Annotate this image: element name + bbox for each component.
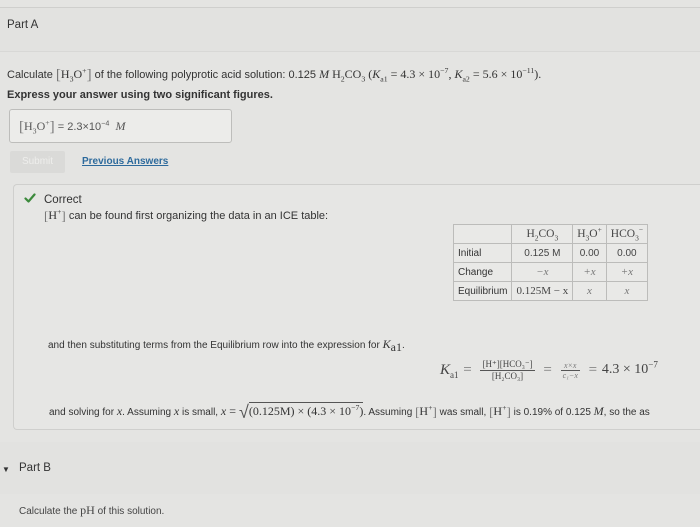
ice-cell: +x xyxy=(572,262,607,282)
answer-label: H3O+ xyxy=(24,118,50,136)
ice-row-change: Change −x +x +x xyxy=(452,262,649,282)
ice-cell: x xyxy=(605,281,649,301)
ice-table: H2CO3 H3O+ HCO3− Initial 0.125 M 0.00 0.… xyxy=(452,224,649,301)
ice-row-label: Initial xyxy=(452,243,513,263)
ka-lhs: Ka1 xyxy=(440,361,459,380)
ice-row-equilibrium: Equilibrium 0.125M − x x x xyxy=(452,281,649,301)
ka-value: 4.3 × 10−7 xyxy=(601,359,658,377)
ice-cell: 0.00 xyxy=(605,243,649,263)
previous-answers-link[interactable]: Previous Answers xyxy=(82,156,168,167)
unit-molar: M xyxy=(319,67,330,81)
part-a-header[interactable] xyxy=(0,8,700,52)
radicand: (0.125M) × (4.3 × 10−7) xyxy=(248,402,364,418)
ice-cell: 0.125M − x xyxy=(511,281,574,301)
question-mid: of the following polyprotic acid solutio… xyxy=(91,69,320,81)
ice-row-label: Equilibrium xyxy=(452,281,513,301)
ice-cell: +x xyxy=(605,262,649,282)
ice-header-h3o: H3O+ xyxy=(572,224,607,244)
ice-header-row: H2CO3 H3O+ HCO3− xyxy=(452,224,649,244)
correct-label: Correct xyxy=(44,194,82,206)
question-text: Calculate [H3O+] of the following polypr… xyxy=(7,67,541,84)
ice-header-hco3: HCO3− xyxy=(605,224,649,244)
ice-cell: x xyxy=(572,281,607,301)
caret-down-icon[interactable]: ▼ xyxy=(2,465,10,474)
ka-fraction-concentrations: [H⁺][HCO₃⁻] [H₂CO₃] xyxy=(480,359,535,381)
answer-value: 2.3×10−4 xyxy=(67,119,110,133)
instruction-text: Express your answer using two significan… xyxy=(7,89,273,101)
ice-cell: −x xyxy=(511,262,574,282)
acid-formula: H2CO3 (Ka1 = 4.3 × 10−7, Ka2 = 5.6 × 10−… xyxy=(329,66,542,84)
part-b-header[interactable] xyxy=(0,442,700,494)
answer-field[interactable]: [H3O+] = 2.3×10−4 M xyxy=(9,109,232,143)
ice-row-initial: Initial 0.125 M 0.00 0.00 xyxy=(452,243,649,263)
part-a-title: Part A xyxy=(7,19,39,31)
solve-text: and solving for x. Assuming x is small, … xyxy=(49,402,650,422)
question-prefix: Calculate xyxy=(7,69,56,81)
ice-header-h2co3: H2CO3 xyxy=(511,224,574,244)
ice-corner xyxy=(452,224,513,244)
ice-row-label: Change xyxy=(452,262,513,282)
part-b-title[interactable]: Part B xyxy=(19,462,51,474)
ice-intro-text: [H+] can be found first organizing the d… xyxy=(44,207,329,223)
ka-fraction-x: x×x c₁−x xyxy=(560,360,580,380)
substitution-text: and then substituting terms from the Equ… xyxy=(48,337,405,354)
answer-content: [H3O+] = 2.3×10−4 M xyxy=(19,118,126,136)
part-b-question: Calculate the pH of this solution. xyxy=(19,503,165,517)
answer-unit: M xyxy=(115,119,126,133)
submit-button[interactable]: Submit xyxy=(10,151,65,173)
sqrt-icon: √ xyxy=(238,402,249,422)
check-icon xyxy=(24,193,36,203)
ice-cell: 0.00 xyxy=(572,243,607,263)
ice-cell: 0.125 M xyxy=(511,243,574,263)
ka-equation: Ka1 = [H⁺][HCO₃⁻] [H₂CO₃] = x×x c₁−x = 4.3… xyxy=(440,359,658,381)
species-h3o: H3O+ xyxy=(60,66,87,84)
